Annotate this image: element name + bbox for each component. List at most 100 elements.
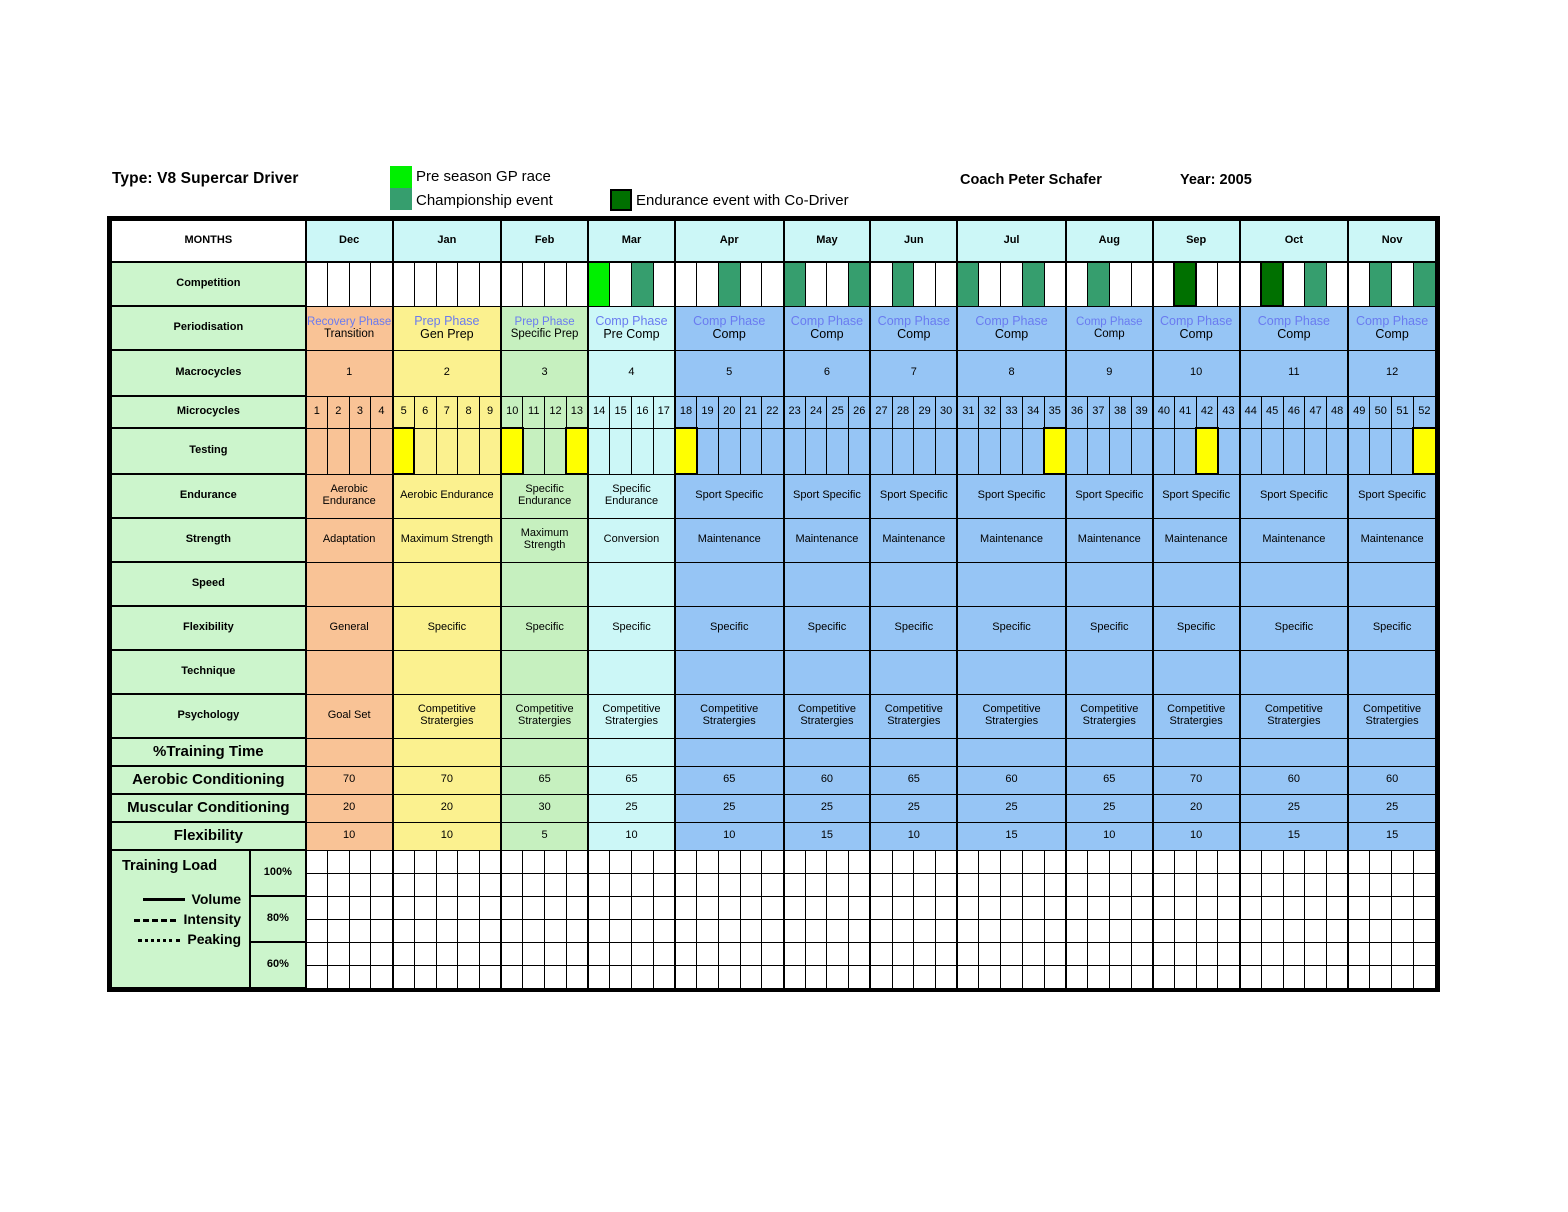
training-load-cell[interactable]	[413, 895, 437, 920]
training-load-cell[interactable]	[739, 849, 763, 874]
training-load-cell[interactable]	[696, 941, 719, 966]
training-load-cell[interactable]	[1412, 941, 1437, 966]
training-load-cell[interactable]	[761, 918, 785, 943]
training-load-cell[interactable]	[935, 941, 959, 966]
training-load-cell[interactable]	[869, 849, 893, 874]
training-load-cell[interactable]	[1043, 941, 1067, 966]
training-load-cell[interactable]	[522, 964, 546, 989]
training-load-cell[interactable]	[1000, 895, 1023, 920]
training-load-cell[interactable]	[1282, 895, 1306, 920]
training-load-cell[interactable]	[326, 895, 350, 920]
training-load-cell[interactable]	[544, 918, 567, 943]
training-load-cell[interactable]	[826, 941, 850, 966]
training-load-cell[interactable]	[1108, 964, 1132, 989]
training-load-cell[interactable]	[630, 895, 654, 920]
training-load-cell[interactable]	[652, 964, 676, 989]
training-load-cell[interactable]	[978, 964, 1002, 989]
training-load-cell[interactable]	[370, 872, 394, 897]
training-load-cell[interactable]	[630, 918, 654, 943]
training-load-cell[interactable]	[478, 872, 503, 897]
training-load-cell[interactable]	[391, 941, 415, 966]
training-load-cell[interactable]	[544, 872, 567, 897]
training-load-cell[interactable]	[565, 941, 590, 966]
training-load-cell[interactable]	[326, 918, 350, 943]
training-load-cell[interactable]	[717, 895, 741, 920]
training-load-cell[interactable]	[1130, 941, 1154, 966]
training-load-cell[interactable]	[956, 964, 980, 989]
training-load-cell[interactable]	[500, 941, 524, 966]
training-load-cell[interactable]	[782, 895, 806, 920]
training-load-cell[interactable]	[587, 941, 611, 966]
training-load-cell[interactable]	[891, 895, 915, 920]
training-load-cell[interactable]	[869, 941, 893, 966]
training-load-cell[interactable]	[630, 964, 654, 989]
training-load-cell[interactable]	[782, 941, 806, 966]
training-load-cell[interactable]	[478, 849, 503, 874]
training-load-cell[interactable]	[673, 964, 698, 989]
training-load-cell[interactable]	[478, 964, 503, 989]
training-load-cell[interactable]	[1347, 895, 1371, 920]
training-load-cell[interactable]	[1195, 964, 1219, 989]
training-load-cell[interactable]	[826, 849, 850, 874]
training-load-cell[interactable]	[1021, 941, 1045, 966]
training-load-cell[interactable]	[1173, 918, 1197, 943]
training-load-cell[interactable]	[544, 964, 567, 989]
training-load-cell[interactable]	[1304, 895, 1327, 920]
training-load-cell[interactable]	[435, 872, 459, 897]
training-load-cell[interactable]	[1043, 849, 1067, 874]
training-load-cell[interactable]	[782, 872, 806, 897]
training-load-cell[interactable]	[413, 872, 437, 897]
training-load-cell[interactable]	[1391, 895, 1414, 920]
training-load-cell[interactable]	[1369, 941, 1393, 966]
training-load-cell[interactable]	[935, 918, 959, 943]
training-load-cell[interactable]	[1325, 941, 1350, 966]
training-load-cell[interactable]	[673, 941, 698, 966]
training-load-cell[interactable]	[1412, 849, 1437, 874]
training-load-cell[interactable]	[1217, 918, 1241, 943]
training-load-cell[interactable]	[457, 918, 480, 943]
training-load-cell[interactable]	[326, 849, 350, 874]
training-load-cell[interactable]	[435, 918, 459, 943]
training-load-cell[interactable]	[1238, 849, 1262, 874]
training-load-cell[interactable]	[804, 849, 828, 874]
training-load-cell[interactable]	[587, 918, 611, 943]
training-load-cell[interactable]	[652, 872, 676, 897]
training-load-cell[interactable]	[1151, 895, 1175, 920]
training-load-cell[interactable]	[413, 849, 437, 874]
training-load-cell[interactable]	[978, 849, 1002, 874]
training-load-cell[interactable]	[304, 895, 328, 920]
training-load-cell[interactable]	[1000, 849, 1023, 874]
training-load-cell[interactable]	[696, 918, 719, 943]
training-load-cell[interactable]	[1195, 849, 1219, 874]
training-load-cell[interactable]	[565, 964, 590, 989]
training-load-cell[interactable]	[1087, 895, 1110, 920]
training-load-cell[interactable]	[739, 941, 763, 966]
training-load-cell[interactable]	[782, 964, 806, 989]
training-load-cell[interactable]	[804, 872, 828, 897]
training-load-cell[interactable]	[1021, 849, 1045, 874]
training-load-cell[interactable]	[457, 849, 480, 874]
training-load-cell[interactable]	[848, 918, 872, 943]
training-load-cell[interactable]	[500, 849, 524, 874]
training-load-cell[interactable]	[696, 872, 719, 897]
training-load-cell[interactable]	[1325, 918, 1350, 943]
training-load-cell[interactable]	[848, 964, 872, 989]
training-load-cell[interactable]	[826, 895, 850, 920]
training-load-cell[interactable]	[565, 895, 590, 920]
training-load-cell[interactable]	[1151, 849, 1175, 874]
training-load-cell[interactable]	[1173, 964, 1197, 989]
training-load-cell[interactable]	[935, 872, 959, 897]
training-load-cell[interactable]	[1151, 872, 1175, 897]
training-load-cell[interactable]	[391, 895, 415, 920]
training-load-cell[interactable]	[304, 849, 328, 874]
training-load-cell[interactable]	[1282, 964, 1306, 989]
training-load-cell[interactable]	[652, 895, 676, 920]
training-load-cell[interactable]	[1195, 895, 1219, 920]
training-load-cell[interactable]	[848, 872, 872, 897]
training-load-cell[interactable]	[1412, 895, 1437, 920]
training-load-cell[interactable]	[673, 918, 698, 943]
training-load-cell[interactable]	[326, 964, 350, 989]
training-load-cell[interactable]	[457, 895, 480, 920]
training-load-cell[interactable]	[435, 941, 459, 966]
training-load-cell[interactable]	[1217, 941, 1241, 966]
